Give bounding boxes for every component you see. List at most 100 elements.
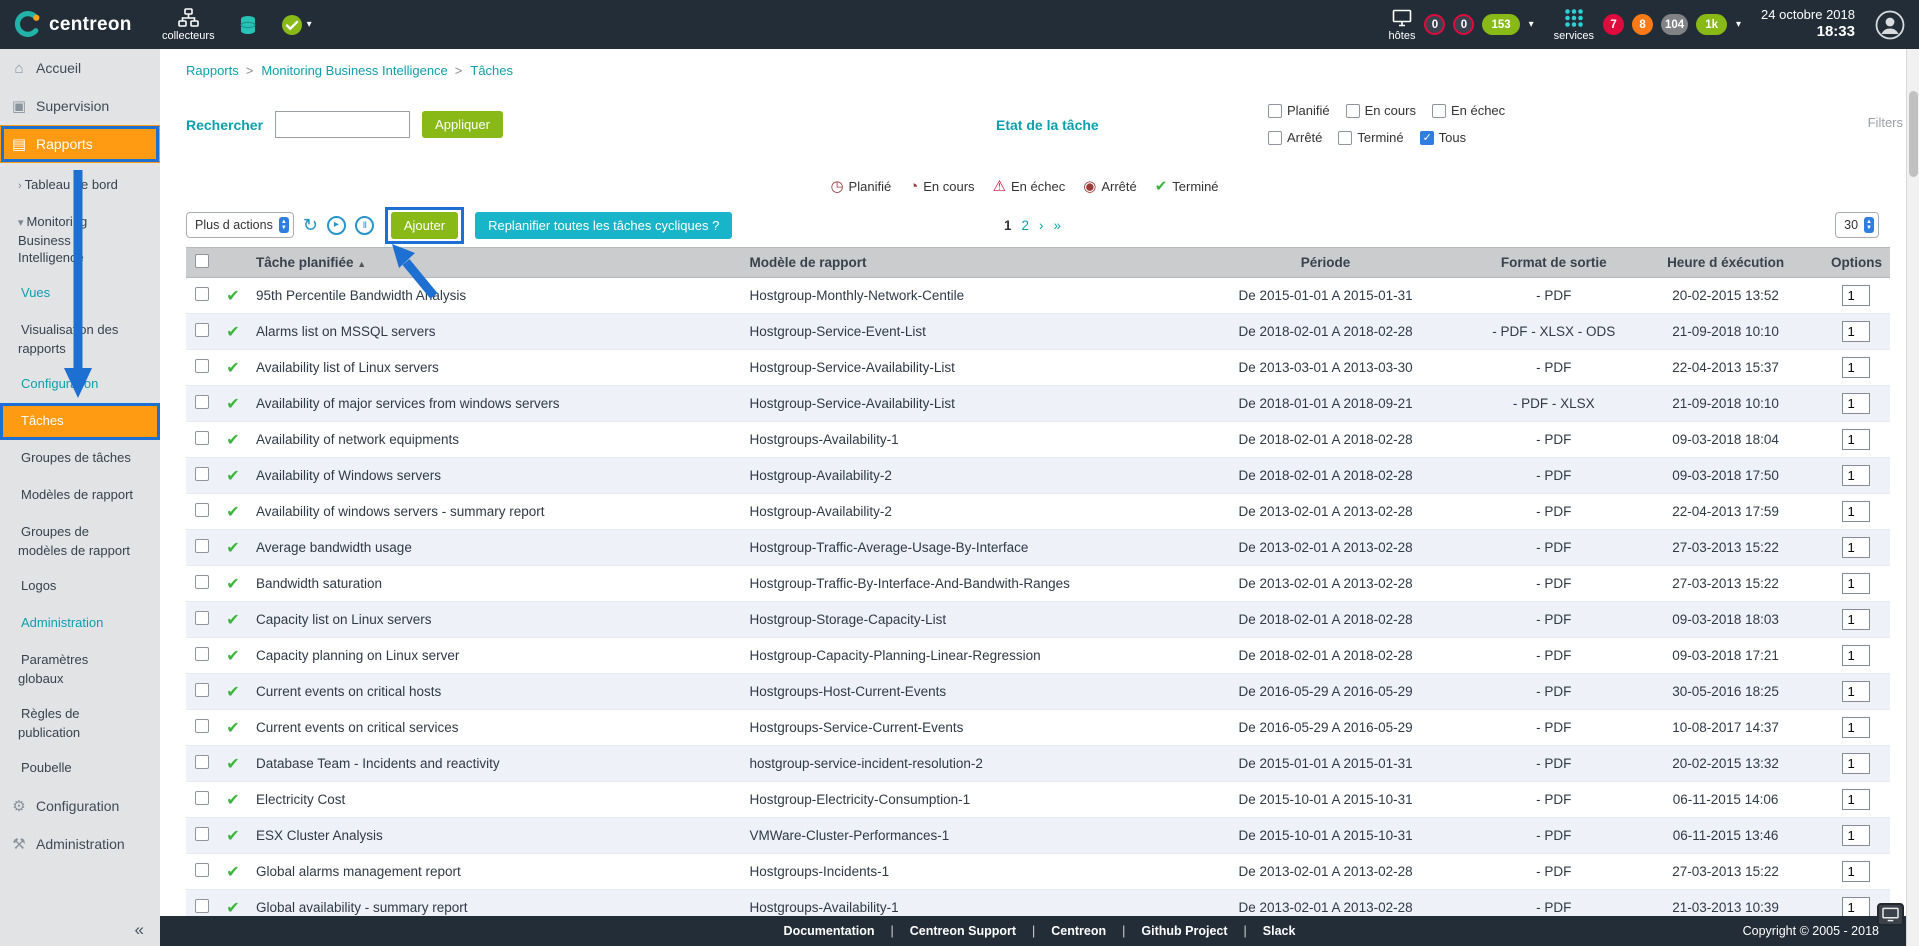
task-state-checkbox[interactable]: Tous: [1420, 130, 1466, 145]
task-name-link[interactable]: Global alarms management report: [256, 864, 461, 879]
refresh-icon[interactable]: ↻: [303, 215, 318, 236]
task-name-link[interactable]: Alarms list on MSSQL servers: [256, 324, 436, 339]
checkbox-icon[interactable]: [1420, 131, 1434, 145]
row-checkbox[interactable]: [195, 503, 209, 517]
sidebar-subitem[interactable]: ›Tableau de bord: [0, 167, 160, 204]
options-input[interactable]: [1842, 897, 1870, 918]
row-checkbox[interactable]: [195, 287, 209, 301]
database-icon[interactable]: [237, 14, 259, 36]
search-input[interactable]: [275, 111, 410, 138]
column-header-model[interactable]: Modèle de rapport: [742, 248, 1172, 278]
options-input[interactable]: [1842, 285, 1870, 306]
row-checkbox[interactable]: [195, 575, 209, 589]
row-checkbox[interactable]: [195, 683, 209, 697]
task-name-link[interactable]: Global availability - summary report: [256, 900, 468, 915]
sidebar-subitem[interactable]: Logos: [0, 568, 160, 605]
row-checkbox[interactable]: [195, 791, 209, 805]
row-checkbox[interactable]: [195, 431, 209, 445]
row-checkbox[interactable]: [195, 863, 209, 877]
sidebar-subitem[interactable]: Visualisation des rapports: [0, 312, 160, 366]
breadcrumb-link[interactable]: Rapports: [186, 63, 239, 78]
options-input[interactable]: [1842, 573, 1870, 594]
row-checkbox[interactable]: [195, 359, 209, 373]
options-input[interactable]: [1842, 537, 1870, 558]
task-name-link[interactable]: Database Team - Incidents and reactivity: [256, 756, 500, 771]
options-input[interactable]: [1842, 357, 1870, 378]
options-input[interactable]: [1842, 789, 1870, 810]
page-link[interactable]: 1: [1004, 218, 1012, 233]
options-input[interactable]: [1842, 501, 1870, 522]
sidebar-subitem[interactable]: Vues: [0, 275, 160, 312]
footer-link[interactable]: Centreon Support: [875, 924, 1017, 938]
footer-link[interactable]: Slack: [1228, 924, 1296, 938]
services-badge[interactable]: 1k: [1696, 14, 1727, 35]
options-input[interactable]: [1842, 825, 1870, 846]
task-name-link[interactable]: Availability of major services from wind…: [256, 396, 560, 411]
row-checkbox[interactable]: [195, 467, 209, 481]
options-input[interactable]: [1842, 717, 1870, 738]
options-input[interactable]: [1842, 393, 1870, 414]
task-name-link[interactable]: Availability of windows servers - summar…: [256, 504, 545, 519]
task-name-link[interactable]: Electricity Cost: [256, 792, 345, 807]
row-checkbox[interactable]: [195, 611, 209, 625]
pause-icon[interactable]: Ⅱ: [355, 216, 374, 235]
hosts-badge[interactable]: 153: [1482, 14, 1519, 35]
services-badge[interactable]: 7: [1603, 14, 1624, 35]
chevron-down-icon[interactable]: ▾: [1529, 19, 1534, 30]
user-avatar-icon[interactable]: [1875, 10, 1905, 40]
chevron-down-icon[interactable]: ▾: [1736, 19, 1741, 30]
footer-link[interactable]: Github Project: [1106, 924, 1227, 938]
add-button[interactable]: Ajouter: [391, 212, 458, 239]
row-checkbox[interactable]: [195, 539, 209, 553]
task-name-link[interactable]: Availability of Windows servers: [256, 468, 441, 483]
task-name-link[interactable]: Bandwidth saturation: [256, 576, 382, 591]
row-checkbox[interactable]: [195, 719, 209, 733]
row-checkbox[interactable]: [195, 647, 209, 661]
task-name-link[interactable]: ESX Cluster Analysis: [256, 828, 383, 843]
sidebar-subitem[interactable]: Groupes de modèles de rapport: [0, 514, 160, 568]
sidebar-subitem[interactable]: Paramètres globaux: [0, 642, 160, 696]
options-input[interactable]: [1842, 861, 1870, 882]
services-menu[interactable]: services: [1554, 7, 1594, 42]
scrollbar-thumb[interactable]: [1909, 91, 1918, 177]
sidebar-subitem[interactable]: Poubelle: [0, 750, 160, 787]
sidebar-subitem[interactable]: Tâches: [0, 403, 160, 440]
task-name-link[interactable]: Availability of network equipments: [256, 432, 459, 447]
task-name-link[interactable]: 95th Percentile Bandwidth Analysis: [256, 288, 466, 303]
checkbox-icon[interactable]: [1268, 104, 1282, 118]
sidebar-subitem[interactable]: ▾Monitoring Business Intelligence: [0, 204, 160, 275]
task-state-checkbox[interactable]: Arrêté: [1268, 130, 1322, 145]
column-header-task[interactable]: Tâche planifiée ▲: [248, 248, 742, 278]
task-state-checkbox[interactable]: En cours: [1346, 103, 1416, 118]
sidebar-subitem[interactable]: Règles de publication: [0, 696, 160, 750]
column-header-period[interactable]: Période: [1172, 248, 1479, 278]
sidebar-item[interactable]: Accueil: [0, 49, 160, 87]
row-checkbox[interactable]: [195, 323, 209, 337]
footer-link[interactable]: Documentation: [784, 924, 875, 938]
task-name-link[interactable]: Current events on critical hosts: [256, 684, 441, 699]
options-input[interactable]: [1842, 681, 1870, 702]
apply-button[interactable]: Appliquer: [422, 111, 503, 138]
options-input[interactable]: [1842, 753, 1870, 774]
hosts-badge[interactable]: 0: [1453, 14, 1474, 35]
page-link[interactable]: ›: [1039, 218, 1044, 233]
sidebar-item[interactable]: Rapports: [0, 125, 160, 163]
row-checkbox[interactable]: [195, 755, 209, 769]
checkbox-icon[interactable]: [1346, 104, 1360, 118]
footer-link[interactable]: Centreon: [1016, 924, 1106, 938]
options-input[interactable]: [1842, 429, 1870, 450]
sidebar-subitem[interactable]: Groupes de tâches: [0, 440, 160, 477]
sidebar-collapse-button[interactable]: «: [135, 920, 144, 940]
task-name-link[interactable]: Current events on critical services: [256, 720, 459, 735]
options-input[interactable]: [1842, 465, 1870, 486]
vertical-scrollbar[interactable]: [1906, 49, 1919, 946]
checkbox-icon[interactable]: [1268, 131, 1282, 145]
poller-status-menu[interactable]: ▾: [281, 14, 312, 36]
breadcrumb-link[interactable]: Monitoring Business Intelligence: [246, 63, 448, 78]
hosts-badge[interactable]: 0: [1424, 14, 1445, 35]
pollers-menu[interactable]: collecteurs: [162, 7, 215, 42]
options-input[interactable]: [1842, 609, 1870, 630]
row-checkbox[interactable]: [195, 395, 209, 409]
task-state-checkbox[interactable]: Terminé: [1338, 130, 1403, 145]
sidebar-subitem[interactable]: Administration: [0, 605, 160, 642]
